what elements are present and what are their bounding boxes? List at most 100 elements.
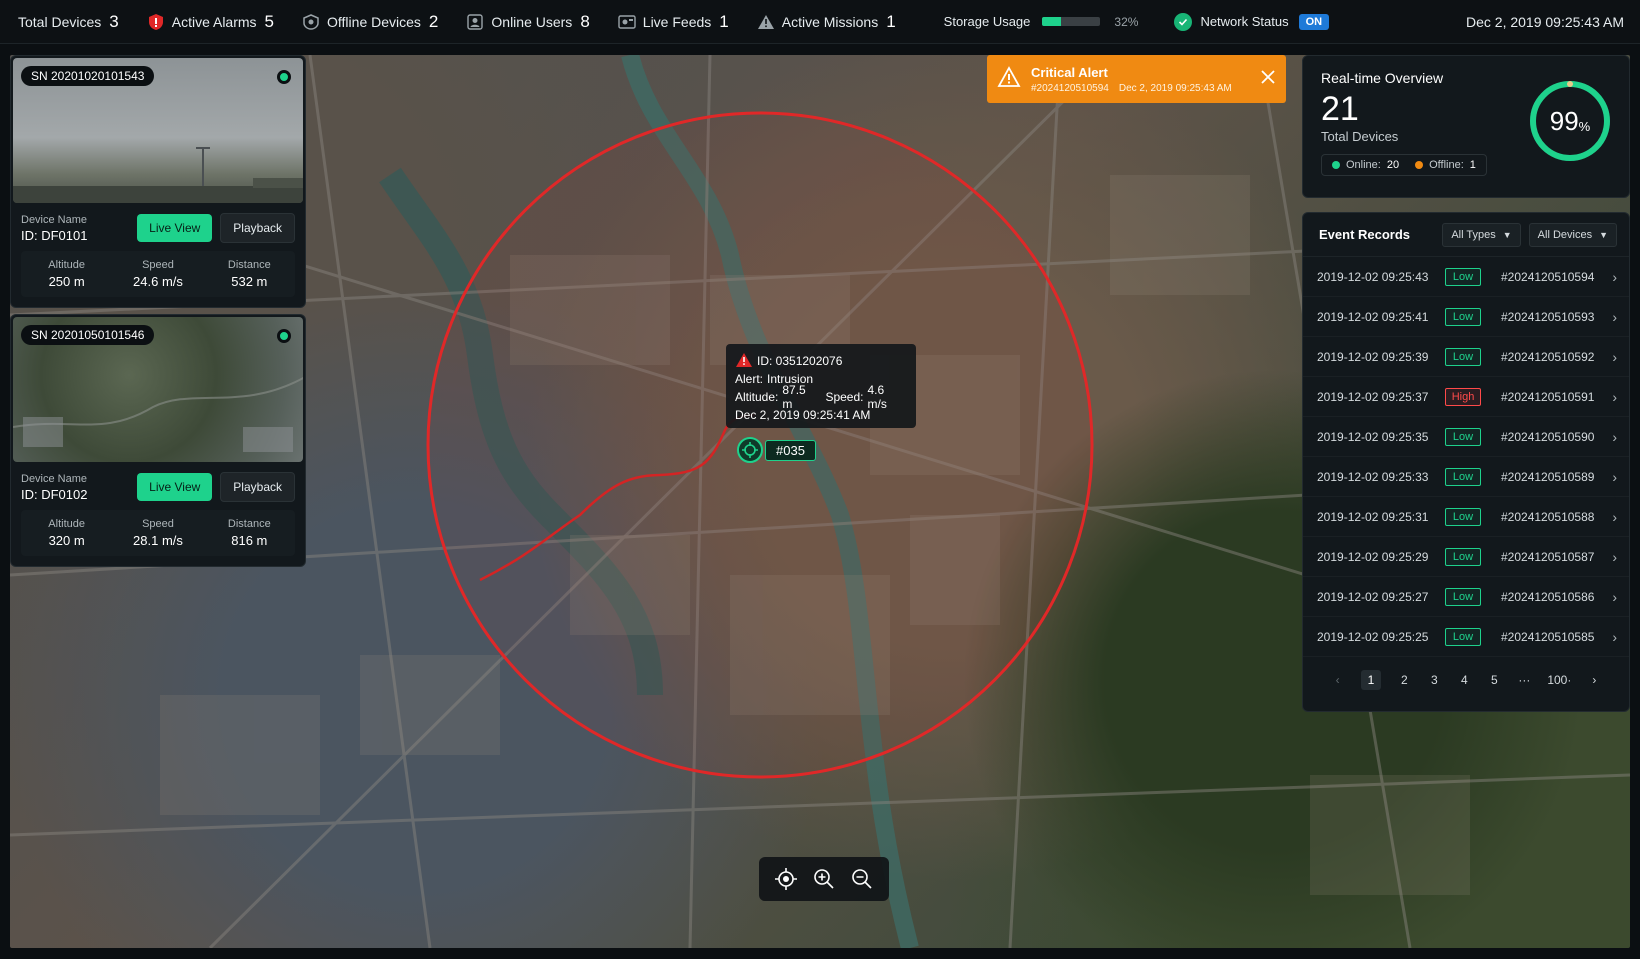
device-feed-1[interactable]: SN 20201020101543: [13, 58, 303, 203]
live-view-button[interactable]: Live View: [137, 214, 213, 242]
event-row[interactable]: 2019-12-02 09:25:25 Low #2024120510585 ›: [1303, 617, 1629, 657]
stat-label: Offline Devices: [327, 13, 421, 30]
device-name-label: Device Name: [21, 213, 88, 226]
page-2[interactable]: 2: [1397, 673, 1411, 687]
page-4[interactable]: 4: [1457, 673, 1471, 687]
storage-bar-fill: [1042, 17, 1061, 26]
online-offline-summary: Online: 20 Offline: 1: [1321, 154, 1487, 176]
realtime-overview: Real-time Overview 21 Total Devices Onli…: [1302, 55, 1630, 198]
playback-button[interactable]: Playback: [220, 213, 295, 243]
zoom-in-icon[interactable]: [810, 865, 838, 893]
network-status: Network Status ON: [1174, 12, 1330, 31]
device-tooltip: ID: 0351202076 Alert: Intrusion Altitude…: [726, 344, 916, 428]
tooltip-alert-label: Alert:: [735, 372, 764, 386]
chevron-right-icon[interactable]: ›: [1612, 509, 1617, 525]
event-row[interactable]: 2019-12-02 09:25:39 Low #2024120510592 ›: [1303, 337, 1629, 377]
chevron-right-icon[interactable]: ›: [1612, 429, 1617, 445]
event-timestamp: 2019-12-02 09:25:29: [1317, 549, 1429, 564]
network-toggle[interactable]: ON: [1298, 13, 1330, 30]
event-id: #2024120510593: [1501, 309, 1595, 324]
distance-value: 816 m: [231, 533, 268, 548]
chevron-down-icon: ▼: [1502, 229, 1512, 240]
marker-label: #035: [765, 439, 816, 461]
critical-alert-banner[interactable]: Critical Alert #2024120510594 Dec 2, 2019…: [987, 55, 1286, 103]
page-last[interactable]: 100·: [1547, 673, 1571, 687]
device-feed-2[interactable]: SN 20201050101546: [13, 317, 303, 462]
device-filter-value: All Devices: [1537, 228, 1593, 241]
event-timestamp: 2019-12-02 09:25:37: [1317, 389, 1429, 404]
page-1[interactable]: 1: [1360, 670, 1382, 690]
altitude-label: Altitude: [48, 259, 85, 271]
device-filter-select[interactable]: All Devices ▼: [1528, 222, 1617, 247]
chevron-right-icon[interactable]: ›: [1612, 389, 1617, 405]
tooltip-id: ID: 0351202076: [757, 354, 843, 368]
live-status-dot: [277, 329, 291, 343]
stat-active-missions[interactable]: Active Missions 1: [757, 12, 896, 32]
online-rate-gauge: 99%: [1527, 78, 1613, 164]
event-id: #2024120510587: [1501, 549, 1595, 564]
tooltip-altitude-value: 87.5 m: [782, 383, 806, 411]
tooltip-altitude-label: Altitude:: [735, 390, 779, 404]
event-row[interactable]: 2019-12-02 09:25:43 Low #2024120510594 ›: [1303, 257, 1629, 297]
network-label: Network Status: [1200, 14, 1289, 29]
type-filter-value: All Types: [1451, 228, 1496, 241]
close-icon[interactable]: [1260, 69, 1276, 90]
event-level-badge: Low: [1445, 507, 1481, 526]
playback-button[interactable]: Playback: [220, 472, 295, 502]
event-row[interactable]: 2019-12-02 09:25:27 Low #2024120510586 ›: [1303, 577, 1629, 617]
event-level-badge: High: [1445, 387, 1481, 406]
online-label: Online:: [1346, 159, 1381, 171]
chevron-right-icon[interactable]: ›: [1612, 269, 1617, 285]
chevron-right-icon[interactable]: ›: [1612, 349, 1617, 365]
storage-percent: 32%: [1114, 14, 1139, 29]
chevron-right-icon[interactable]: ›: [1612, 549, 1617, 565]
warning-triangle-icon: [757, 13, 775, 31]
event-records-title: Event Records: [1319, 227, 1411, 242]
event-row[interactable]: 2019-12-02 09:25:33 Low #2024120510589 ›: [1303, 457, 1629, 497]
storage-bar: [1042, 17, 1101, 26]
event-level-badge: Low: [1445, 347, 1481, 366]
stat-active-alarms[interactable]: Active Alarms 5: [147, 12, 274, 32]
locate-icon[interactable]: [772, 865, 800, 893]
altitude-value: 250 m: [48, 274, 85, 289]
stat-offline-devices[interactable]: Offline Devices 2: [302, 12, 438, 32]
device-metrics: Altitude 250 m Speed 24.6 m/s Distance 532 …: [21, 251, 295, 297]
storage-usage: Storage Usage 32%: [944, 14, 1139, 29]
stat-total-devices: Total Devices 3: [18, 12, 119, 32]
distance-label: Distance: [227, 518, 271, 530]
event-list: 2019-12-02 09:25:43 Low #2024120510594 › 201…: [1303, 257, 1629, 657]
event-timestamp: 2019-12-02 09:25:43: [1317, 269, 1429, 284]
stat-online-users[interactable]: Online Users 8: [466, 12, 590, 32]
stat-label: Active Missions: [781, 13, 879, 30]
page-3[interactable]: 3: [1427, 673, 1441, 687]
shield-alarm-icon: [147, 13, 165, 31]
event-timestamp: 2019-12-02 09:25:39: [1317, 349, 1429, 364]
type-filter-select[interactable]: All Types ▼: [1442, 222, 1521, 247]
event-row[interactable]: 2019-12-02 09:25:37 High #2024120510591 ›: [1303, 377, 1629, 417]
event-id: #2024120510590: [1501, 429, 1595, 444]
page-5[interactable]: 5: [1487, 673, 1501, 687]
event-row[interactable]: 2019-12-02 09:25:31 Low #2024120510588 ›: [1303, 497, 1629, 537]
zoom-out-icon[interactable]: [848, 865, 876, 893]
device-marker[interactable]: #035: [737, 437, 816, 463]
pagination-ellipsis[interactable]: ···: [1517, 673, 1531, 687]
alert-id: #2024120510594: [1031, 82, 1109, 94]
stat-live-feeds[interactable]: Live Feeds 1: [618, 12, 729, 32]
chevron-right-icon[interactable]: ›: [1612, 629, 1617, 645]
live-view-button[interactable]: Live View: [137, 473, 213, 501]
event-id: #2024120510589: [1501, 469, 1595, 484]
next-page-icon[interactable]: ›: [1587, 673, 1601, 687]
tooltip-time: Dec 2, 2019 09:25:41 AM: [735, 408, 871, 422]
distance-label: Distance: [227, 259, 271, 271]
chevron-right-icon[interactable]: ›: [1612, 469, 1617, 485]
alert-triangle-icon: [735, 352, 753, 371]
device-card-1: SN 20201020101543 Device Name ID: DF0101…: [10, 55, 306, 308]
event-row[interactable]: 2019-12-02 09:25:29 Low #2024120510587 ›: [1303, 537, 1629, 577]
chevron-right-icon[interactable]: ›: [1612, 589, 1617, 605]
device-metrics: Altitude 320 m Speed 28.1 m/s Distance 816 …: [21, 510, 295, 556]
event-row[interactable]: 2019-12-02 09:25:35 Low #2024120510590 ›: [1303, 417, 1629, 457]
event-row[interactable]: 2019-12-02 09:25:41 Low #2024120510593 ›: [1303, 297, 1629, 337]
device-serial: SN 20201050101546: [21, 325, 155, 345]
prev-page-icon[interactable]: ‹: [1331, 673, 1345, 687]
chevron-right-icon[interactable]: ›: [1612, 309, 1617, 325]
